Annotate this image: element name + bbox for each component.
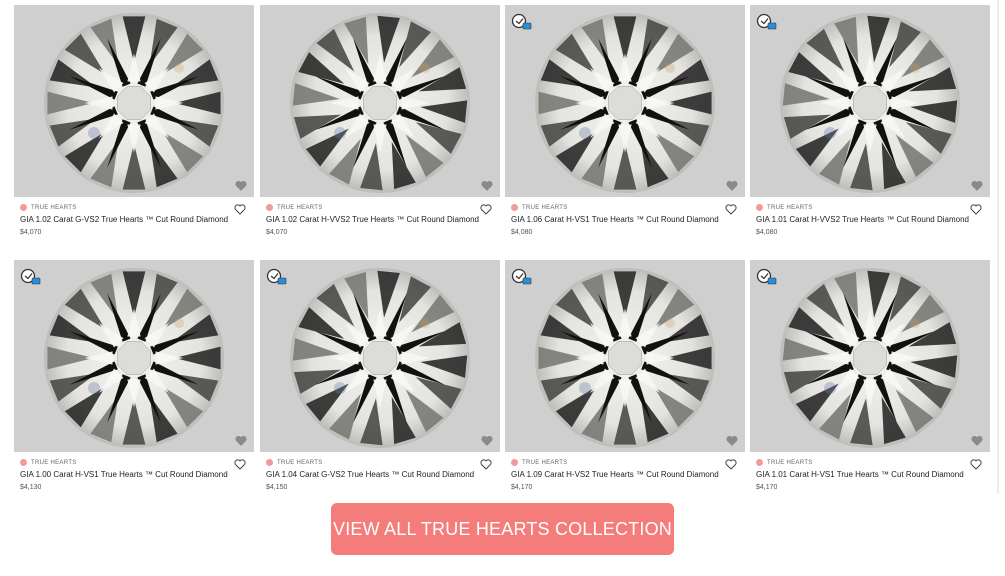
heart-icon[interactable] bbox=[480, 434, 494, 446]
badge-label: TRUE HEARTS bbox=[31, 204, 77, 211]
heart-icon[interactable] bbox=[970, 179, 984, 191]
diamond-image bbox=[780, 268, 960, 448]
product-title[interactable]: GIA 1.06 Carat H-VS1 True Hearts ™ Cut R… bbox=[511, 215, 719, 224]
360-video-icon[interactable] bbox=[511, 268, 533, 286]
true-hearts-badge: TRUE HEARTS bbox=[511, 459, 568, 466]
badge-dot-icon bbox=[756, 459, 763, 466]
badge-dot-icon bbox=[511, 204, 518, 211]
heart-icon[interactable] bbox=[970, 434, 984, 446]
product-info: TRUE HEARTS GIA 1.00 Carat H-VS1 True Hea… bbox=[14, 452, 254, 503]
heart-icon[interactable] bbox=[725, 434, 739, 446]
product-info: TRUE HEARTS GIA 1.01 Carat H-VS1 True Hea… bbox=[750, 452, 990, 503]
badge-dot-icon bbox=[266, 459, 273, 466]
product-card[interactable]: TRUE HEARTS GIA 1.02 Carat G-VS2 True Hea… bbox=[14, 5, 254, 248]
product-price: $4,080 bbox=[756, 229, 778, 236]
badge-label: TRUE HEARTS bbox=[522, 204, 568, 211]
product-photo[interactable] bbox=[14, 260, 254, 452]
360-video-icon[interactable] bbox=[20, 268, 42, 286]
diamond-image bbox=[290, 13, 470, 193]
wishlist-heart-icon[interactable] bbox=[480, 457, 492, 470]
product-card[interactable]: TRUE HEARTS GIA 1.06 Carat H-VS1 True Hea… bbox=[505, 5, 745, 248]
true-hearts-badge: TRUE HEARTS bbox=[756, 459, 813, 466]
badge-label: TRUE HEARTS bbox=[767, 459, 813, 466]
wishlist-heart-icon[interactable] bbox=[480, 202, 492, 215]
true-hearts-badge: TRUE HEARTS bbox=[511, 204, 568, 211]
product-info: TRUE HEARTS GIA 1.06 Carat H-VS1 True Hea… bbox=[505, 197, 745, 248]
product-info: TRUE HEARTS GIA 1.02 Carat G-VS2 True Hea… bbox=[14, 197, 254, 248]
product-price: $4,170 bbox=[756, 484, 778, 491]
product-price: $4,070 bbox=[20, 229, 42, 236]
badge-dot-icon bbox=[266, 204, 273, 211]
badge-dot-icon bbox=[756, 204, 763, 211]
product-title[interactable]: GIA 1.02 Carat G-VS2 True Hearts ™ Cut R… bbox=[20, 215, 228, 224]
product-title[interactable]: GIA 1.01 Carat H-VS1 True Hearts ™ Cut R… bbox=[756, 470, 964, 479]
wishlist-heart-icon[interactable] bbox=[725, 457, 737, 470]
product-photo[interactable] bbox=[505, 260, 745, 452]
product-card[interactable]: TRUE HEARTS GIA 1.00 Carat H-VS1 True Hea… bbox=[14, 260, 254, 503]
product-card[interactable]: TRUE HEARTS GIA 1.04 Carat G-VS2 True Hea… bbox=[260, 260, 500, 503]
product-card[interactable]: TRUE HEARTS GIA 1.02 Carat H-VVS2 True He… bbox=[260, 5, 500, 248]
badge-label: TRUE HEARTS bbox=[31, 459, 77, 466]
product-card[interactable]: TRUE HEARTS GIA 1.01 Carat H-VVS2 True He… bbox=[750, 5, 990, 248]
true-hearts-badge: TRUE HEARTS bbox=[20, 459, 77, 466]
360-video-icon[interactable] bbox=[266, 268, 288, 286]
product-title[interactable]: GIA 1.02 Carat H-VVS2 True Hearts ™ Cut … bbox=[266, 215, 479, 224]
scroll-divider bbox=[997, 0, 999, 494]
product-info: TRUE HEARTS GIA 1.02 Carat H-VVS2 True He… bbox=[260, 197, 500, 248]
heart-icon[interactable] bbox=[234, 179, 248, 191]
badge-label: TRUE HEARTS bbox=[522, 459, 568, 466]
wishlist-heart-icon[interactable] bbox=[234, 202, 246, 215]
product-photo[interactable] bbox=[14, 5, 254, 197]
true-hearts-badge: TRUE HEARTS bbox=[20, 204, 77, 211]
badge-dot-icon bbox=[511, 459, 518, 466]
product-info: TRUE HEARTS GIA 1.09 Carat H-VS2 True Hea… bbox=[505, 452, 745, 503]
360-video-icon[interactable] bbox=[756, 13, 778, 31]
product-title[interactable]: GIA 1.01 Carat H-VVS2 True Hearts ™ Cut … bbox=[756, 215, 969, 224]
product-photo[interactable] bbox=[260, 260, 500, 452]
product-price: $4,070 bbox=[266, 229, 288, 236]
product-photo[interactable] bbox=[505, 5, 745, 197]
badge-label: TRUE HEARTS bbox=[277, 459, 323, 466]
badge-dot-icon bbox=[20, 459, 27, 466]
badge-dot-icon bbox=[20, 204, 27, 211]
product-card[interactable]: TRUE HEARTS GIA 1.01 Carat H-VS1 True Hea… bbox=[750, 260, 990, 503]
product-price: $4,170 bbox=[511, 484, 533, 491]
true-hearts-badge: TRUE HEARTS bbox=[756, 204, 813, 211]
heart-icon[interactable] bbox=[234, 434, 248, 446]
product-card[interactable]: TRUE HEARTS GIA 1.09 Carat H-VS2 True Hea… bbox=[505, 260, 745, 503]
diamond-image bbox=[780, 13, 960, 193]
wishlist-heart-icon[interactable] bbox=[725, 202, 737, 215]
diamond-image bbox=[535, 268, 715, 448]
diamond-image bbox=[44, 268, 224, 448]
product-info: TRUE HEARTS GIA 1.01 Carat H-VVS2 True He… bbox=[750, 197, 990, 248]
view-all-collection-button[interactable]: VIEW ALL TRUE HEARTS COLLECTION bbox=[331, 503, 674, 555]
product-title[interactable]: GIA 1.04 Carat G-VS2 True Hearts ™ Cut R… bbox=[266, 470, 474, 479]
product-info: TRUE HEARTS GIA 1.04 Carat G-VS2 True Hea… bbox=[260, 452, 500, 503]
product-photo[interactable] bbox=[750, 260, 990, 452]
diamond-image bbox=[290, 268, 470, 448]
diamond-image bbox=[44, 13, 224, 193]
360-video-icon[interactable] bbox=[756, 268, 778, 286]
diamond-image bbox=[535, 13, 715, 193]
wishlist-heart-icon[interactable] bbox=[234, 457, 246, 470]
360-video-icon[interactable] bbox=[511, 13, 533, 31]
product-price: $4,130 bbox=[20, 484, 42, 491]
heart-icon[interactable] bbox=[480, 179, 494, 191]
product-price: $4,150 bbox=[266, 484, 288, 491]
product-title[interactable]: GIA 1.09 Carat H-VS2 True Hearts ™ Cut R… bbox=[511, 470, 719, 479]
badge-label: TRUE HEARTS bbox=[277, 204, 323, 211]
wishlist-heart-icon[interactable] bbox=[970, 457, 982, 470]
true-hearts-badge: TRUE HEARTS bbox=[266, 459, 323, 466]
wishlist-heart-icon[interactable] bbox=[970, 202, 982, 215]
product-title[interactable]: GIA 1.00 Carat H-VS1 True Hearts ™ Cut R… bbox=[20, 470, 228, 479]
product-photo[interactable] bbox=[750, 5, 990, 197]
true-hearts-badge: TRUE HEARTS bbox=[266, 204, 323, 211]
badge-label: TRUE HEARTS bbox=[767, 204, 813, 211]
product-photo[interactable] bbox=[260, 5, 500, 197]
heart-icon[interactable] bbox=[725, 179, 739, 191]
product-price: $4,080 bbox=[511, 229, 533, 236]
